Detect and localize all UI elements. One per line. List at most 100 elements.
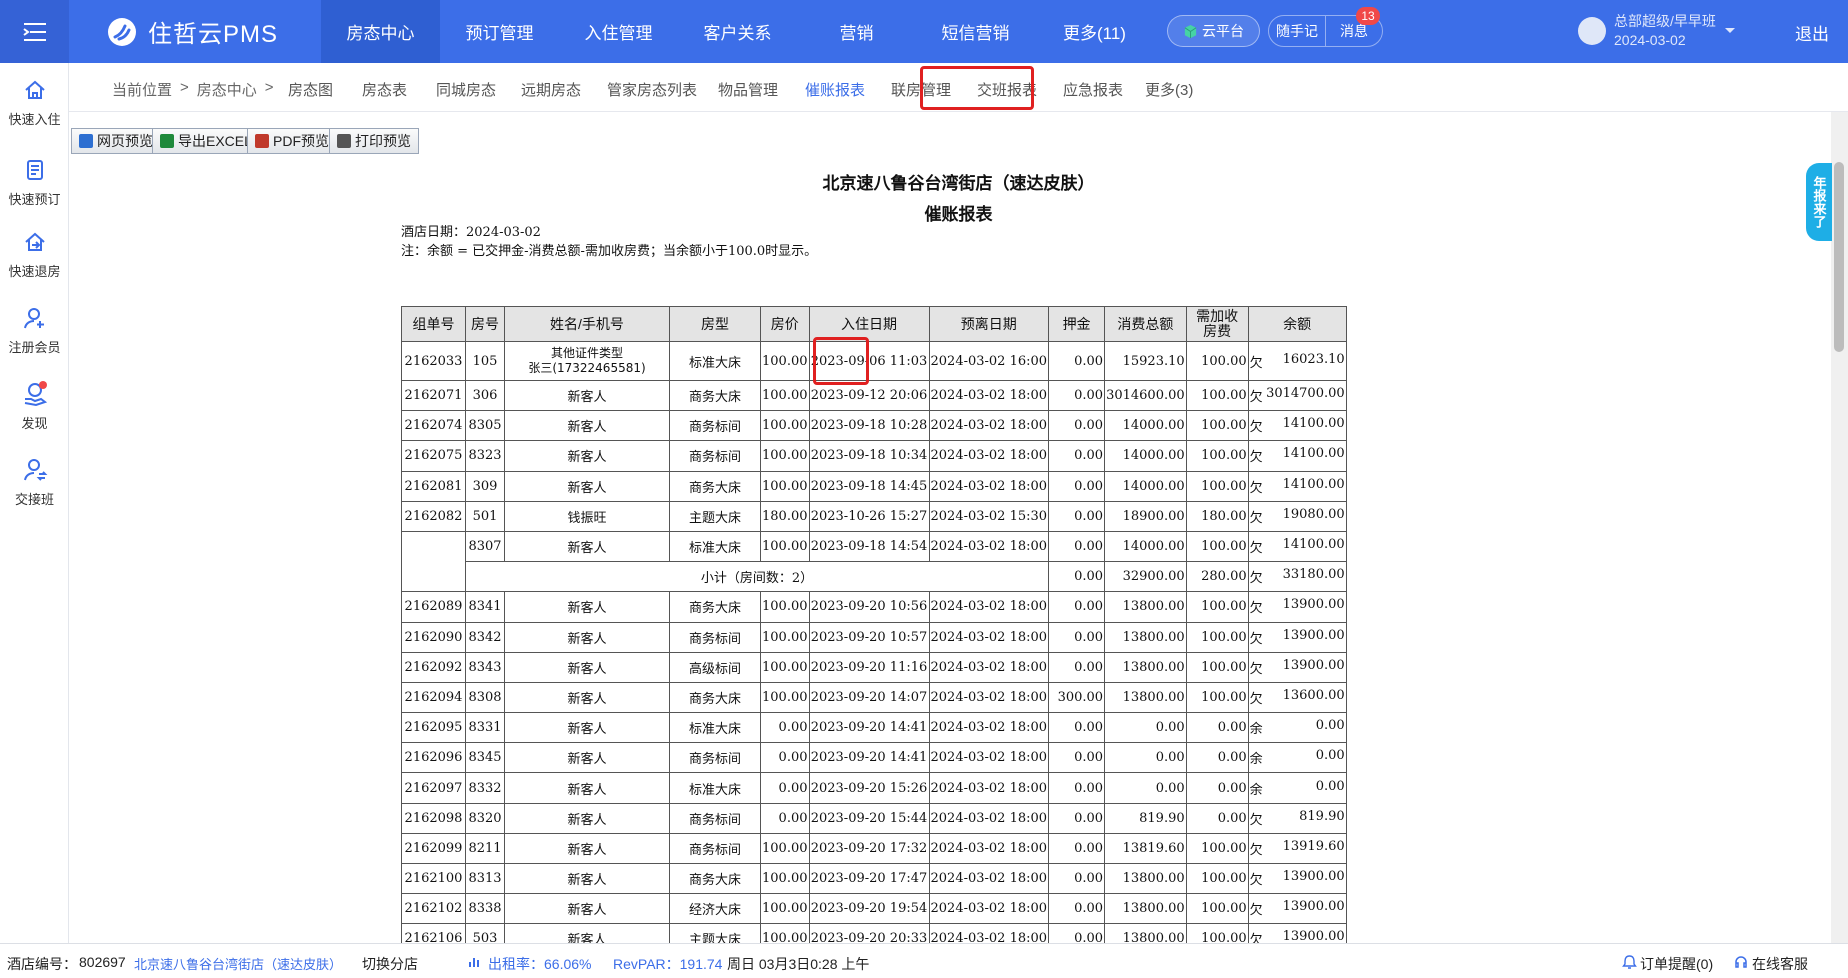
table-cell: 2024-03-02 18:00 [928, 681, 1050, 714]
table-row[interactable]: 小计（房间数：2） 0.00 32900.00 280.00 欠 33180.00 [401, 561, 1347, 593]
nav-item-1[interactable]: 预订管理 [440, 0, 559, 63]
table-cell: 新客人 [504, 651, 670, 683]
table-cell: 8307 [465, 530, 505, 563]
brand-logo[interactable]: 住哲云PMS [106, 14, 278, 49]
sidebar-item-5[interactable]: 交接班 [0, 457, 69, 508]
web-preview-button[interactable]: 网页预览 [71, 128, 161, 154]
subtab-10[interactable]: 更多(3) [1145, 79, 1193, 100]
annual-report-promo[interactable]: 年报来了 [1806, 163, 1832, 241]
subtab-2[interactable]: 同城房态 [436, 79, 496, 100]
table-row[interactable]: 2162102 8338 新客人 经济大床 100.00 2023-09-20 19:54… [401, 893, 1347, 925]
subtab-6[interactable]: 催账报表 [805, 79, 865, 100]
table-cell: 2024-03-02 18:00 [928, 742, 1050, 774]
sidebar-item-label: 快速预订 [8, 192, 61, 207]
guest-line: 其他证件类型 [550, 346, 623, 360]
pdf-preview-button[interactable]: PDF预览 [247, 128, 337, 154]
sidebar-item-label: 发现 [21, 416, 48, 431]
balance-amount: 13900.00 [1282, 869, 1345, 885]
online-support-button[interactable]: 在线客服 [1752, 954, 1808, 974]
sidebar-item-3[interactable]: 注册会员 [0, 305, 69, 356]
nav-item-3[interactable]: 客户关系 [678, 0, 797, 63]
table-cell: 0.00 [1048, 470, 1106, 502]
switch-branch-button[interactable]: 切换分店 [362, 954, 418, 974]
notes-button[interactable]: 随手记 [1269, 16, 1325, 46]
table-cell: 0.00 [1104, 712, 1187, 744]
print-preview-button[interactable]: 打印预览 [329, 128, 419, 154]
table-row[interactable]: 2162096 8345 新客人 商务标间 0.00 2023-09-20 14:41 20… [401, 742, 1347, 774]
nav-item-2[interactable]: 入住管理 [559, 0, 678, 63]
table-row[interactable]: 2162081 309 新客人 商务大床 100.00 2023-09-18 14:45 2… [401, 470, 1347, 502]
table-cell: 0.00 [760, 772, 810, 804]
subtab-4[interactable]: 管家房态列表 [607, 79, 697, 100]
table-row[interactable]: 2162097 8332 新客人 标准大床 0.00 2023-09-20 15:26 20… [401, 772, 1347, 804]
quick-sidebar: 快速入住快速预订快速退房注册会员发现交接班 [0, 63, 69, 943]
table-row[interactable]: 2162100 8313 新客人 商务大床 100.00 2023-09-20 17:47… [401, 862, 1347, 895]
table-cell: 0.00 [760, 712, 810, 744]
table-row[interactable]: 2162089 8341 新客人 商务大床 100.00 2023-09-20 10:56… [401, 591, 1347, 623]
balance-flag: 欠 [1249, 355, 1263, 371]
sidebar-item-2[interactable]: 快速退房 [0, 229, 69, 280]
table-cell: 100.00 [760, 862, 810, 895]
table-cell: 8342 [465, 621, 505, 653]
balance-flag: 欠 [1249, 480, 1263, 496]
table-cell: 0.00 [1048, 651, 1106, 683]
balance-flag: 欠 [1249, 631, 1263, 647]
table-cell: 2023-09-18 10:28 [808, 410, 930, 442]
sidebar-item-1[interactable]: 快速预订 [0, 157, 69, 208]
menu-toggle-icon[interactable] [0, 0, 69, 63]
logout-button[interactable]: 退出 [1795, 20, 1829, 45]
table-cell: 2162096 [401, 742, 466, 774]
table-cell: 2023-09-20 10:56 [808, 591, 930, 623]
table-cell: 新客人 [504, 530, 670, 563]
subtab-0[interactable]: 房态图 [288, 79, 333, 100]
balance-flag: 欠 [1249, 903, 1263, 919]
nav-item-6[interactable]: 更多(11) [1035, 0, 1154, 63]
table-cell: 105 [465, 341, 505, 381]
scrollbar-thumb[interactable] [1834, 162, 1844, 352]
table-row[interactable]: 2162071 306 新客人 商务大床 100.00 2023-09-12 20:06 2… [401, 379, 1347, 412]
table-cell: 2024-03-02 18:00 [928, 470, 1050, 502]
table-row[interactable]: 2162090 8342 新客人 商务标间 100.00 2023-09-20 10:57… [401, 621, 1347, 653]
order-alert-button[interactable]: 订单提醒(0) [1640, 954, 1713, 974]
table-cell: 14000.00 [1104, 530, 1187, 563]
table-row[interactable]: 2162092 8343 新客人 高级标间 100.00 2023-09-20 11:16… [401, 651, 1347, 683]
user-menu[interactable]: 总部超级/早早班 2024-03-02 [1578, 12, 1736, 50]
breadcrumb-item[interactable]: 房态中心 [197, 79, 257, 100]
nav-item-5[interactable]: 短信营销 [916, 0, 1035, 63]
nav-item-0[interactable]: 房态中心 [321, 0, 440, 63]
table-row[interactable]: 2162033 105 其他证件类型 张三(17322465581) 标准大床 100.0… [401, 341, 1347, 381]
table-row[interactable]: 2162075 8323 新客人 商务标间 100.00 2023-09-18 10:34… [401, 440, 1347, 472]
balance-flag: 欠 [1249, 541, 1263, 557]
sidebar-item-0[interactable]: 快速入住 [0, 77, 69, 128]
table-cell: 2023-09-20 14:41 [808, 742, 930, 774]
subtab-5[interactable]: 物品管理 [718, 79, 778, 100]
table-cell: 306 [465, 379, 505, 412]
table-row[interactable]: 8307 新客人 标准大床 100.00 2023-09-18 14:54 2024-03… [401, 530, 1347, 563]
table-cell: 13800.00 [1104, 621, 1187, 653]
table-cell: 新客人 [504, 379, 670, 412]
sidebar-item-4[interactable]: 发现 [0, 381, 69, 432]
subtab-9[interactable]: 应急报表 [1063, 79, 1123, 100]
table-cell: 新客人 [504, 742, 670, 774]
table-cell: 100.00 [760, 651, 810, 683]
table-cell: 标准大床 [669, 772, 761, 804]
table-row[interactable]: 2162098 8320 新客人 商务标间 0.00 2023-09-20 15:44 20… [401, 802, 1347, 834]
table-row[interactable]: 2162095 8331 新客人 标准大床 0.00 2023-09-20 14:41 20… [401, 712, 1347, 744]
export-excel-button[interactable]: 导出EXCEL [152, 128, 260, 154]
subtab-1[interactable]: 房态表 [362, 79, 407, 100]
table-row[interactable]: 2162094 8308 新客人 商务大床 100.00 2023-09-20 14:07… [401, 681, 1347, 714]
table-cell: 2162102 [401, 893, 466, 925]
nav-item-4[interactable]: 营销 [797, 0, 916, 63]
hotel-name-link[interactable]: 北京速八鲁谷台湾街店（速达皮肤） [134, 954, 342, 973]
table-row[interactable]: 2162074 8305 新客人 商务标间 100.00 2023-09-18 10:28… [401, 410, 1347, 442]
table-cell [401, 531, 466, 562]
table-row[interactable]: 2162099 8211 新客人 商务标间 100.00 2023-09-20 17:32… [401, 832, 1347, 865]
subtab-3[interactable]: 远期房态 [521, 79, 581, 100]
table-row[interactable]: 2162082 501 钱振旺 主题大床 180.00 2023-10-26 15:27 2… [401, 500, 1347, 532]
table-cell: 18900.00 [1104, 500, 1187, 532]
member-icon [23, 308, 44, 329]
balance-cell: 欠 14100.00 [1247, 530, 1347, 563]
table-cell: 8305 [465, 410, 505, 442]
cloud-platform-button[interactable]: 云平台 [1167, 15, 1260, 47]
table-cell: 2162092 [401, 651, 466, 683]
